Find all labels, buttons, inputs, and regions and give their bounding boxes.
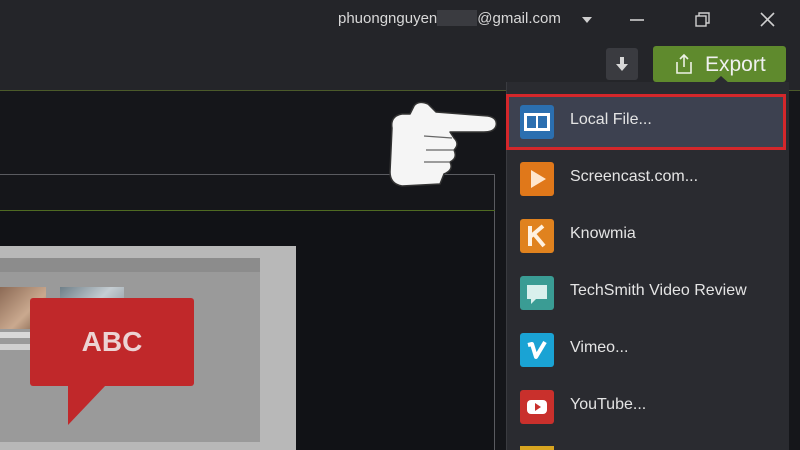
callout-tail	[68, 385, 106, 425]
menu-item-knowmia[interactable]: Knowmia	[506, 208, 786, 264]
restore-icon	[695, 12, 710, 27]
pointing-hand-icon	[384, 98, 504, 198]
menu-item-label: TechSmith Video Review	[570, 282, 747, 299]
menu-item-label: Local File...	[570, 111, 652, 128]
menu-item-label: Knowmia	[570, 225, 636, 242]
menu-item-label: Screencast.com...	[570, 168, 699, 185]
account-menu[interactable]: phuongnguyen @gmail.com	[338, 10, 561, 27]
redacted-text	[437, 10, 478, 26]
screencast-icon	[520, 162, 554, 196]
close-button[interactable]	[755, 8, 781, 32]
download-button[interactable]	[606, 48, 638, 80]
download-arrow-icon	[616, 57, 628, 71]
share-icon	[676, 53, 692, 74]
video-review-icon	[520, 276, 554, 310]
menu-item-youtube[interactable]: YouTube...	[506, 379, 786, 435]
account-name: phuongnguyen	[338, 10, 438, 27]
film-icon	[520, 105, 554, 139]
vimeo-icon	[520, 333, 554, 367]
menu-item-local-file[interactable]: Local File...	[506, 94, 786, 150]
divider	[494, 174, 495, 450]
knowmia-icon	[520, 219, 554, 253]
menu-item-screencast[interactable]: Screencast.com...	[506, 151, 786, 207]
restore-button[interactable]	[689, 8, 715, 32]
menu-item-video-review[interactable]: TechSmith Video Review	[506, 265, 786, 321]
menu-item-vimeo[interactable]: Vimeo...	[506, 322, 786, 378]
callout-bubble[interactable]: ABC	[30, 298, 194, 386]
account-domain: @gmail.com	[477, 10, 561, 27]
chevron-down-icon[interactable]	[582, 17, 592, 23]
export-label: Export	[705, 53, 766, 76]
minimize-button[interactable]	[624, 8, 650, 32]
youtube-icon	[520, 390, 554, 424]
more-icon	[520, 446, 554, 450]
browser-mockup-bar	[0, 258, 260, 272]
menu-item-label: YouTube...	[570, 396, 647, 413]
menu-item-next[interactable]	[506, 436, 786, 450]
menu-item-label: Vimeo...	[570, 339, 629, 356]
minimize-icon	[630, 19, 644, 21]
close-icon	[760, 12, 775, 27]
placeholder-line	[0, 344, 34, 350]
